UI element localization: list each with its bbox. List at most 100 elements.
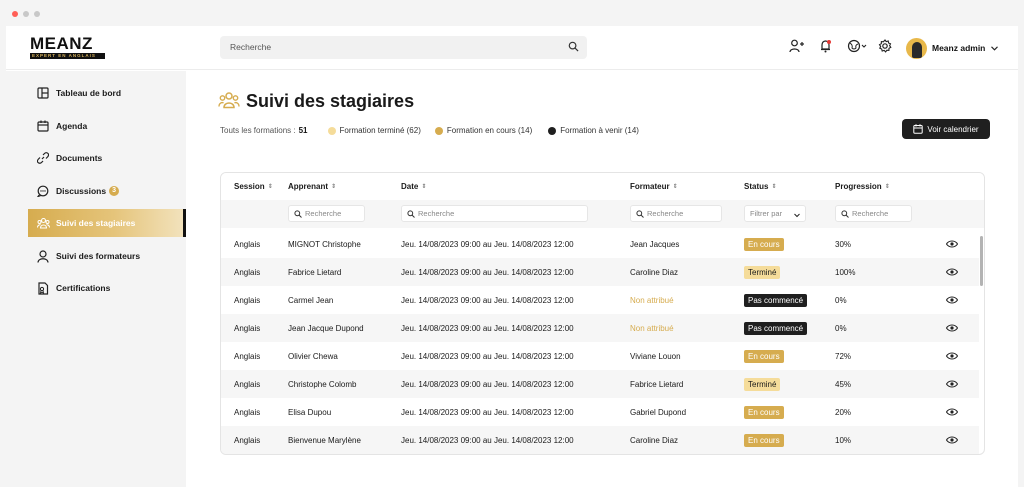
table-filter-row: Recherche Recherche Recherche Filtrer pa…	[221, 200, 984, 228]
status-badge: Terminé	[744, 265, 781, 279]
progression-cell: 20%	[835, 407, 852, 417]
formateur-cell: Non attribué	[630, 295, 674, 305]
apprenant-cell: Elisa Dupou	[288, 407, 332, 417]
table-row[interactable]: Anglais Bienvenue Marylène Jeu. 14/08/20…	[221, 426, 979, 454]
apprenant-cell: MIGNOT Christophe	[288, 239, 361, 249]
legend-dot-a-venir	[548, 126, 557, 135]
brand-logo[interactable]: MEANZ EXPERT EN ANGLAIS	[30, 35, 105, 59]
filter-placeholder: Filtrer par	[750, 209, 783, 218]
search-icon	[636, 209, 644, 218]
close-window-dot[interactable]	[12, 11, 18, 17]
apprenant-filter-input[interactable]: Recherche	[288, 205, 365, 222]
column-header-formateur[interactable]: Formateur ⇕	[630, 182, 678, 191]
sidebar-item-documents[interactable]: Documents	[28, 144, 186, 172]
view-icon[interactable]	[946, 230, 958, 258]
sidebar-item-suivi-des-stagiaires[interactable]: Suivi des stagiaires	[28, 209, 186, 237]
avatar	[906, 37, 927, 59]
sort-icon[interactable]: ⇕	[771, 183, 776, 190]
sidebar-item-label: Documents	[56, 153, 103, 163]
users-icon	[218, 91, 240, 111]
status-filter-select[interactable]: Filtrer par	[744, 205, 806, 222]
column-header-session[interactable]: Session ⇕	[234, 182, 273, 191]
minimize-window-dot[interactable]	[23, 11, 29, 17]
apprenant-cell: Jean Jacque Dupond	[288, 323, 364, 333]
voir-calendrier-label: Voir calendrier	[927, 124, 979, 134]
column-header-progression[interactable]: Progression ⇕	[835, 182, 890, 191]
sidebar-item-discussions[interactable]: Discussions 3	[28, 177, 186, 205]
view-icon[interactable]	[946, 370, 958, 398]
view-icon[interactable]	[946, 286, 958, 314]
view-icon[interactable]	[946, 398, 958, 426]
maximize-window-dot[interactable]	[34, 11, 40, 17]
progression-cell: 45%	[835, 379, 852, 389]
table-row[interactable]: Anglais Christophe Colomb Jeu. 14/08/202…	[221, 370, 979, 398]
sidebar-item-label: Certifications	[56, 283, 111, 293]
sort-icon[interactable]: ⇕	[885, 183, 890, 190]
view-icon[interactable]	[946, 258, 958, 286]
session-cell: Anglais	[234, 239, 261, 249]
status-cell: Pas commencé	[744, 286, 808, 314]
date-cell: Jeu. 14/08/2023 09:00 au Jeu. 14/08/2023…	[401, 239, 574, 249]
globe-icon[interactable]	[847, 39, 867, 55]
sort-icon[interactable]: ⇕	[268, 183, 273, 190]
table-row[interactable]: Anglais Olivier Chewa Jeu. 14/08/2023 09…	[221, 342, 979, 370]
dashboard-icon	[36, 86, 50, 100]
voir-calendrier-button[interactable]: Voir calendrier	[902, 119, 990, 139]
column-header-label: Status	[744, 182, 769, 191]
sort-icon[interactable]: ⇕	[673, 183, 678, 190]
status-cell: En cours	[744, 398, 784, 426]
progression-filter-input[interactable]: Recherche	[835, 205, 912, 222]
date-filter-input[interactable]: Recherche	[401, 205, 588, 222]
legend-label: Formation à venir (14)	[560, 126, 639, 135]
sidebar-item-label: Discussions	[56, 186, 107, 196]
status-badge: Pas commencé	[744, 293, 808, 307]
table-row[interactable]: Anglais MIGNOT Christophe Jeu. 14/08/202…	[221, 230, 979, 258]
formateur-filter-input[interactable]: Recherche	[630, 205, 722, 222]
sidebar-item-tableau-de-bord[interactable]: Tableau de bord	[28, 79, 186, 107]
column-header-status[interactable]: Status ⇕	[744, 182, 776, 191]
status-cell: En cours	[744, 230, 784, 258]
bell-icon[interactable]	[819, 39, 832, 55]
column-header-label: Formateur	[630, 182, 670, 191]
status-cell: En cours	[744, 426, 784, 454]
table-scrollbar[interactable]	[980, 236, 983, 286]
table-row[interactable]: Anglais Jean Jacque Dupond Jeu. 14/08/20…	[221, 314, 979, 342]
sort-icon[interactable]: ⇕	[331, 183, 336, 190]
column-header-date[interactable]: Date ⇕	[401, 182, 426, 191]
table-row[interactable]: Anglais Carmel Jean Jeu. 14/08/2023 09:0…	[221, 286, 979, 314]
sort-icon[interactable]: ⇕	[421, 183, 426, 190]
table-row[interactable]: Anglais Fabrice Lietard Jeu. 14/08/2023 …	[221, 258, 979, 286]
sidebar-item-agenda[interactable]: Agenda	[28, 112, 186, 140]
table-row[interactable]: Anglais Elisa Dupou Jeu. 14/08/2023 09:0…	[221, 398, 979, 426]
search-icon	[407, 209, 415, 218]
sidebar-item-suivi-des-formateurs[interactable]: Suivi des formateurs	[28, 242, 186, 270]
status-badge: Pas commencé	[744, 321, 808, 335]
view-icon[interactable]	[946, 426, 958, 454]
formateur-cell: Gabriel Dupond	[630, 407, 687, 417]
brand-name: MEANZ	[30, 34, 93, 53]
column-header-apprenant[interactable]: Apprenant ⇕	[288, 182, 336, 191]
view-icon[interactable]	[946, 314, 958, 342]
search-placeholder: Recherche	[230, 42, 272, 52]
total-formations-value: 51	[298, 126, 308, 135]
app-root: MEANZ EXPERT EN ANGLAIS Recherche Meanz …	[6, 26, 1018, 487]
formateur-cell: Caroline Diaz	[630, 435, 679, 445]
certificate-icon	[36, 281, 50, 295]
global-search-input[interactable]: Recherche	[220, 36, 587, 59]
column-header-label: Progression	[835, 182, 882, 191]
add-user-icon[interactable]	[789, 39, 804, 55]
sidebar-item-label: Tableau de bord	[56, 88, 122, 98]
chevron-down-icon	[794, 211, 800, 220]
column-header-label: Date	[401, 182, 419, 191]
legend-label: Formation en cours (14)	[446, 126, 533, 135]
stagiaires-table: Session ⇕ Apprenant ⇕ Date ⇕ Formateur ⇕ Sta…	[220, 172, 985, 455]
filter-placeholder: Recherche	[305, 209, 342, 218]
view-icon[interactable]	[946, 342, 958, 370]
chevron-down-icon	[991, 43, 999, 53]
search-icon[interactable]	[568, 41, 579, 54]
gear-icon[interactable]	[878, 39, 892, 55]
sidebar-item-certifications[interactable]: Certifications	[28, 274, 186, 302]
legend-item-termine: Formation terminé (62)	[327, 126, 421, 135]
user-menu[interactable]: Meanz admin	[906, 36, 999, 60]
apprenant-cell: Carmel Jean	[288, 295, 334, 305]
